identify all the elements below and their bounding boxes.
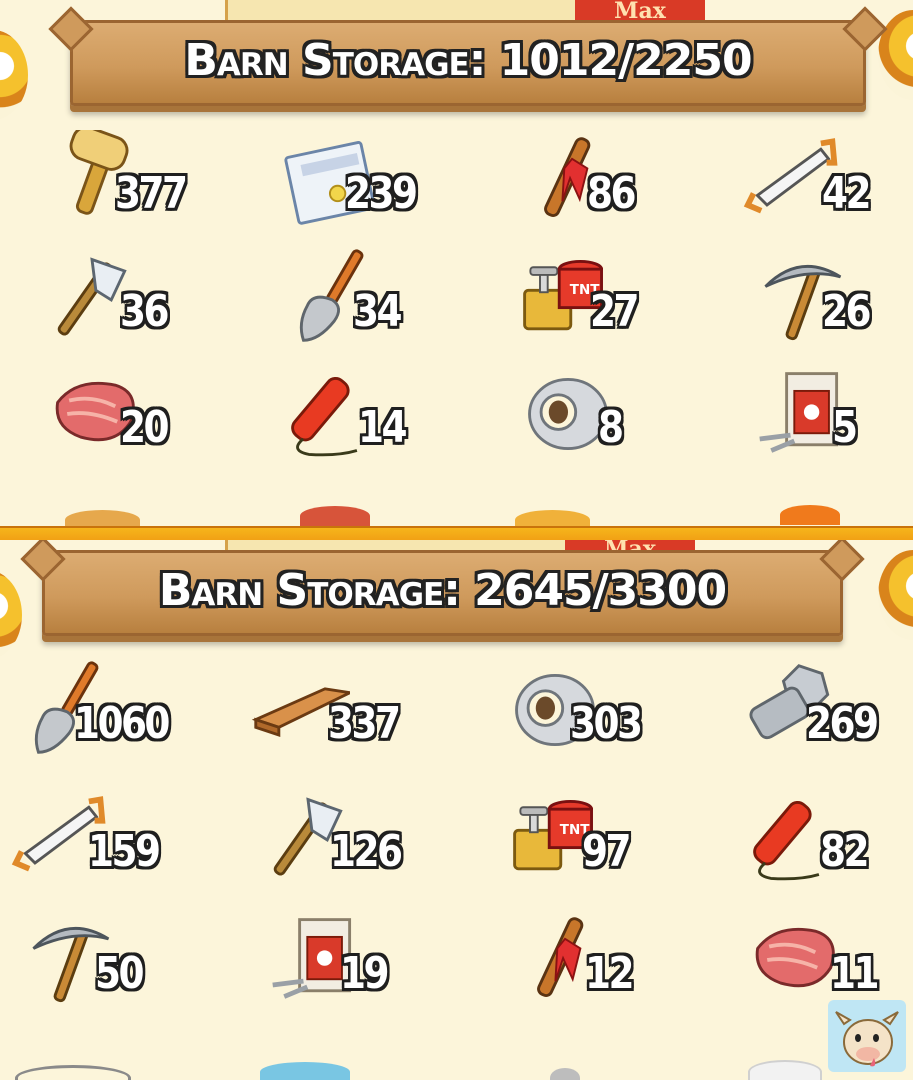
partial-item-peek (748, 1060, 822, 1080)
item-count: 1060 (74, 698, 170, 749)
storage-item[interactable]: 12 (515, 910, 715, 1020)
item-count: 20 (120, 402, 170, 453)
item-count: 42 (822, 168, 872, 219)
item-count: 34 (353, 286, 403, 337)
item-count: 269 (806, 698, 879, 749)
item-count: 303 (570, 698, 643, 749)
item-count: 19 (340, 948, 390, 999)
partial-item-peek (780, 505, 840, 525)
item-count: 239 (345, 168, 418, 219)
left-round-button[interactable] (0, 570, 22, 660)
item-count: 97 (582, 826, 632, 877)
storage-item[interactable]: 126 (258, 788, 458, 898)
item-count: 14 (358, 402, 408, 453)
item-count: 82 (820, 826, 870, 877)
barn-storage-title: Barn Storage: 1012/2250 (184, 35, 752, 86)
left-round-button[interactable] (0, 30, 28, 120)
storage-item[interactable]: 36 (42, 248, 242, 358)
partial-item-peek (260, 1062, 350, 1080)
storage-item[interactable]: 50 (20, 910, 220, 1020)
item-count: 12 (585, 948, 635, 999)
storage-item[interactable]: 377 (50, 130, 250, 240)
cow-watermark (828, 1000, 906, 1072)
storage-item[interactable]: 159 (10, 788, 210, 898)
storage-item[interactable]: 14 (280, 364, 480, 474)
right-round-button[interactable] (878, 550, 913, 640)
storage-item[interactable]: 42 (742, 130, 913, 240)
storage-item[interactable]: 239 (278, 130, 478, 240)
barn-storage-title: Barn Storage: 2645/3300 (158, 565, 727, 616)
barn-storage-panel-1: Max Barn Storage: 1012/2250 377 239 86 42 36… (0, 0, 913, 528)
partial-item-peek (550, 1068, 580, 1080)
item-count: 11 (830, 948, 880, 999)
title-banner: Barn Storage: 2645/3300 (42, 550, 843, 636)
item-count: 8 (598, 402, 624, 453)
partial-item-peek (15, 1065, 131, 1080)
storage-item[interactable]: 19 (265, 910, 465, 1020)
storage-item[interactable]: TNT 97 (505, 788, 705, 898)
item-count: 377 (115, 168, 188, 219)
item-count: 159 (88, 826, 161, 877)
item-count: 86 (587, 168, 637, 219)
storage-item[interactable]: 303 (505, 660, 705, 770)
item-count: 36 (120, 286, 170, 337)
storage-item[interactable]: 337 (250, 660, 450, 770)
storage-item[interactable]: 26 (752, 248, 913, 358)
item-count: 337 (328, 698, 401, 749)
storage-item[interactable]: 269 (745, 660, 913, 770)
storage-item[interactable]: 34 (290, 248, 490, 358)
item-count: 5 (832, 402, 858, 453)
storage-item[interactable]: TNT 27 (515, 248, 715, 358)
item-count: 27 (590, 286, 640, 337)
item-count: 26 (822, 286, 872, 337)
item-count: 126 (330, 826, 403, 877)
storage-item[interactable]: 8 (518, 364, 718, 474)
storage-item[interactable]: 20 (48, 364, 248, 474)
item-count: 50 (95, 948, 145, 999)
partial-item-peek (300, 506, 370, 526)
storage-item[interactable]: 86 (522, 130, 722, 240)
title-banner: Barn Storage: 1012/2250 (70, 20, 866, 106)
storage-item[interactable]: 5 (752, 364, 913, 474)
right-round-button[interactable] (878, 10, 913, 100)
storage-item[interactable]: 82 (742, 788, 913, 898)
barn-storage-panel-2: Max Barn Storage: 2645/3300 106033730326… (0, 540, 913, 1080)
storage-item[interactable]: 1060 (25, 660, 225, 770)
